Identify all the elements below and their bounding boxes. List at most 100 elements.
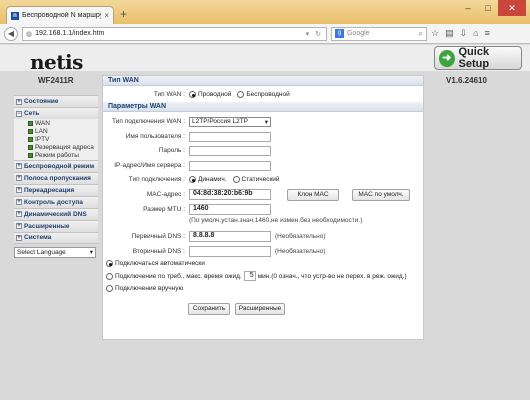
quick-setup-button[interactable]: ➜ Quick Setup xyxy=(434,46,522,70)
bullet-icon xyxy=(28,120,33,126)
conn-mode-static-option[interactable]: Статический xyxy=(232,176,280,183)
sidebar-item-label: Контроль доступа xyxy=(24,198,83,206)
download-icon[interactable]: ⇩ xyxy=(460,28,468,39)
idle-time-input[interactable]: 5 xyxy=(243,271,256,281)
connect-on-demand-option[interactable]: Подключение по треб., макс. время ожид. xyxy=(106,272,242,280)
radio-connect-on-demand[interactable] xyxy=(106,272,113,280)
radio-label: Проводной xyxy=(198,91,232,98)
chevron-down-icon: ▾ xyxy=(89,249,93,257)
minimize-icon[interactable]: – xyxy=(458,0,478,16)
browser-titlebar: n Беспроводной N маршрутиз... × + – □ ✕ xyxy=(0,0,530,24)
username-label: Имя пользователя : xyxy=(125,133,185,140)
mtu-note: (По умолч.устан.знач.1460,не измен.без н… xyxy=(189,217,363,224)
wan-type-wireless-option[interactable]: Беспроводной xyxy=(237,91,290,98)
sidebar-item-network[interactable]: − Сеть xyxy=(14,107,98,119)
radio-connect-manual[interactable] xyxy=(106,285,113,292)
radio-dynamic[interactable] xyxy=(189,176,196,183)
sidebar-subitem-label: WAN xyxy=(35,119,50,127)
language-select[interactable]: Select Language ▾ xyxy=(14,246,96,258)
mtu-input[interactable]: 1460 xyxy=(189,203,271,215)
model-name: WF2411R xyxy=(38,76,74,85)
password-row: Пароль : xyxy=(103,145,425,156)
expand-icon: + xyxy=(16,187,22,194)
sidebar-item-forwarding[interactable]: + Переадресация xyxy=(14,183,98,196)
conn-mode-dynamic-option[interactable]: Динамич. xyxy=(189,176,227,183)
wan-type-label: Тип WAN : xyxy=(153,91,185,98)
clone-mac-button[interactable]: Клон MAC xyxy=(287,188,339,201)
sidebar-item-advanced[interactable]: + Расширенные xyxy=(14,219,98,232)
menu-icon[interactable]: ≡ xyxy=(485,28,490,39)
mtu-note-row: (По умолч.устан.знач.1460,не измен.без н… xyxy=(103,215,425,226)
expand-icon: + xyxy=(16,199,22,206)
tab-title: Беспроводной N маршрутиз... xyxy=(22,12,102,19)
wan-type-row: Тип WAN : Проводной Беспроводной xyxy=(103,89,425,100)
sidebar-item-access-control[interactable]: + Контроль доступа xyxy=(14,195,98,208)
connect-on-demand-row: Подключение по треб., макс. время ожид. … xyxy=(103,270,425,282)
address-bar[interactable]: ◍ 192.168.1.1/index.htm ▾ ↻ xyxy=(22,26,327,41)
conn-mode-label: Тип подключения : xyxy=(128,176,185,183)
search-box[interactable]: g Google ⌕ xyxy=(331,26,427,41)
back-icon[interactable]: ◀ xyxy=(4,26,18,41)
maximize-icon[interactable]: □ xyxy=(478,0,498,16)
sidebar-subitem-label: IPTV xyxy=(35,135,50,143)
connect-auto-option[interactable]: Подключаться автоматически xyxy=(106,260,205,267)
sidebar-item-wireless[interactable]: + Беспроводной режим xyxy=(14,159,98,172)
sidebar-item-label: Расширенные xyxy=(24,222,70,230)
radio-connect-auto[interactable] xyxy=(106,260,113,267)
dns2-input[interactable] xyxy=(189,245,271,257)
sidebar-item-system[interactable]: + Система xyxy=(14,231,98,244)
close-tab-icon[interactable]: × xyxy=(104,11,109,20)
sidebar-item-label: Переадресация xyxy=(24,186,75,194)
default-mac-button[interactable]: MAC по умолч. xyxy=(352,188,410,201)
radio-label: Динамич. xyxy=(198,176,227,183)
radio-label: Подключаться автоматически xyxy=(115,260,205,267)
bookmark-star-icon[interactable]: ☆ xyxy=(431,28,439,39)
conn-type-select[interactable]: L2TP/Россия L2TP ▾ xyxy=(189,116,271,127)
quick-setup-label: Quick Setup xyxy=(458,46,490,70)
mac-input[interactable]: 04:8d:38:20:b6:9b xyxy=(189,189,271,200)
bullet-icon xyxy=(28,145,33,151)
expand-icon: + xyxy=(16,223,22,230)
browser-tab[interactable]: n Беспроводной N маршрутиз... × xyxy=(6,6,114,24)
new-tab-icon[interactable]: + xyxy=(120,8,127,20)
sidebar-subitem-wan[interactable]: WAN xyxy=(14,119,98,128)
idle-time-note: мин.(0 означ., что устр-во не перех. в р… xyxy=(257,272,407,280)
sidebar-subitem-address-reservation[interactable]: Резервация адреса xyxy=(14,143,98,152)
language-select-value: Select Language xyxy=(17,248,66,256)
home-icon[interactable]: ⌂ xyxy=(473,28,478,39)
dns1-input[interactable]: 8.8.8.8 xyxy=(189,230,271,242)
radio-static[interactable] xyxy=(232,176,240,183)
wan-type-wired-option[interactable]: Проводной xyxy=(189,91,231,98)
sidebar-subitem-lan[interactable]: LAN xyxy=(14,127,98,136)
radio-label: Подключение вручную xyxy=(115,285,184,292)
bullet-icon xyxy=(28,128,33,134)
save-button[interactable]: Сохранить xyxy=(188,302,230,315)
sidebar-item-status[interactable]: + Состояние xyxy=(14,95,98,107)
radio-wired[interactable] xyxy=(189,91,196,98)
advanced-button[interactable]: Расширенные xyxy=(235,302,285,315)
username-input[interactable] xyxy=(189,131,271,142)
collapse-icon: − xyxy=(16,110,22,117)
sidebar-subitem-label: Резервация адреса xyxy=(35,144,94,152)
expand-icon: + xyxy=(16,175,22,182)
section-wan-type: Тип WAN xyxy=(103,76,423,86)
dns2-note: (Необязательно) xyxy=(275,247,326,255)
search-placeholder: Google xyxy=(347,30,370,37)
reload-icon[interactable]: ▾ ↻ xyxy=(306,30,323,38)
mac-label: MAC-адрес : xyxy=(146,191,185,198)
connect-manual-option[interactable]: Подключение вручную xyxy=(106,285,183,292)
page-header: netis ➜ Quick Setup xyxy=(0,45,530,74)
close-window-icon[interactable]: ✕ xyxy=(498,0,526,16)
sidebar-subitem-iptv[interactable]: IPTV xyxy=(14,135,98,144)
sidebar-subitem-operation-mode[interactable]: Режим работы xyxy=(14,151,98,160)
server-input[interactable] xyxy=(189,160,271,171)
sidebar-item-ddns[interactable]: + Динамический DNS xyxy=(14,207,98,220)
radio-wireless[interactable] xyxy=(237,91,245,98)
dns1-row: Первичный DNS : 8.8.8.8 (Необязательно) xyxy=(103,230,425,242)
search-icon[interactable]: ⌕ xyxy=(419,29,423,39)
password-input[interactable] xyxy=(189,145,271,156)
server-label: IP-адрес/Имя сервера : xyxy=(114,162,185,169)
sidebar-item-bandwidth[interactable]: + Полоса пропускания xyxy=(14,171,98,184)
sidebar: + Состояние − Сеть WAN LAN IPTV Резервация… xyxy=(14,95,98,258)
bookmarks-icon[interactable]: ▤ xyxy=(445,28,454,39)
